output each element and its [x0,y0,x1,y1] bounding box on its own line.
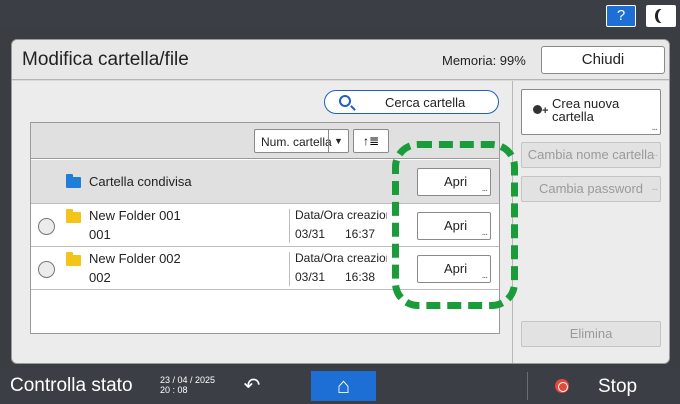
status-datetime: 23 / 04 / 2025 20 : 08 [160,375,215,395]
created-label: Data/Ora creazion [295,208,387,222]
stop-button[interactable]: Stop [598,376,637,398]
status-bar: Controlla stato 23 / 04 / 2025 20 : 08 ↶… [0,368,680,404]
create-folder-button[interactable]: Crea nuova cartella ... [521,89,661,135]
home-icon: ⌂ [336,373,351,398]
sort-bar: Num. cartella ▼ ↑≣ [31,123,499,159]
search-folder-label: Cerca cartella [385,95,466,110]
search-folder-button[interactable]: Cerca cartella [324,90,499,114]
column-separator [512,81,513,363]
created-time: 16:38 [345,270,376,284]
created-time: 16:37 [345,227,376,241]
chevron-down-icon: ▼ [328,130,348,152]
delete-button[interactable]: Elimina [521,321,661,347]
select-radio[interactable] [38,218,55,235]
search-icon [339,95,351,107]
ellipsis-indicator: ... [651,148,658,159]
shared-folder-row: Cartella condivisa Apri ... [31,160,499,204]
sort-field-select[interactable]: Num. cartella ▼ [254,129,349,153]
change-password-label: Cambia password [538,181,644,196]
created-date: 03/31 [295,227,326,241]
open-button-label: Apri [444,218,468,233]
folder-name: New Folder 001 [89,208,181,223]
change-password-button[interactable]: Cambia password ... [521,176,661,202]
folder-list: Num. cartella ▼ ↑≣ Cartella condivisa Ap… [30,122,500,334]
home-button[interactable]: ⌂ [311,371,376,401]
top-strip: ? [0,0,680,30]
content-area: Cerca cartella Num. cartella ▼ ↑≣ Cartel… [12,81,669,363]
open-folder-button[interactable]: Apri ... [417,212,491,240]
open-folder-button[interactable]: Apri ... [417,255,491,283]
edit-folder-panel: Modifica cartella/file Memoria: 99% Chiu… [11,39,670,364]
sort-field-label: Num. cartella [261,135,332,149]
back-icon[interactable]: ↶ [230,376,274,398]
help-button[interactable]: ? [606,5,636,27]
folder-row[interactable]: New Folder 002 002 Data/Ora creazion 03/… [31,248,499,290]
folder-row[interactable]: New Folder 001 001 Data/Ora creazion 03/… [31,205,499,247]
page-title: Modifica cartella/file [22,49,189,70]
open-button-label: Apri [444,174,468,189]
ellipsis-indicator: ... [481,270,488,281]
rename-folder-label: Cambia nome cartella [527,147,655,162]
status-divider [527,372,528,400]
status-date: 23 / 04 / 2025 [160,375,216,385]
open-button-label: Apri [444,261,468,276]
night-mode-button[interactable] [646,5,676,27]
ellipsis-indicator: ... [481,227,488,238]
stop-icon [555,379,569,393]
created-label: Data/Ora creazion [295,251,387,265]
folder-number: 002 [89,270,111,285]
ellipsis-indicator: ... [651,182,658,193]
folder-icon [66,209,81,223]
create-folder-label: Crea nuova cartella [552,96,620,124]
open-shared-folder-button[interactable]: Apri ... [417,168,491,196]
moon-icon [658,9,668,23]
folder-icon [66,252,81,266]
folder-number: 001 [89,227,111,242]
close-button[interactable]: Chiudi [541,46,665,74]
status-time: 20 : 08 [160,385,188,395]
folder-name: New Folder 002 [89,251,181,266]
folder-icon [66,174,81,188]
check-status-button[interactable]: Controlla stato [10,375,133,397]
ellipsis-indicator: ... [481,183,488,194]
rename-folder-button[interactable]: Cambia nome cartella ... [521,142,661,168]
shared-folder-name: Cartella condivisa [89,174,192,189]
memory-indicator: Memoria: 99% [442,53,526,68]
add-user-icon [533,105,548,117]
column-divider [289,209,290,243]
header-bar: Modifica cartella/file Memoria: 99% Chiu… [12,40,669,80]
created-date: 03/31 [295,270,326,284]
sort-order-button[interactable]: ↑≣ [353,129,389,153]
select-radio[interactable] [38,261,55,278]
column-divider [289,252,290,286]
ellipsis-indicator: ... [651,122,658,133]
